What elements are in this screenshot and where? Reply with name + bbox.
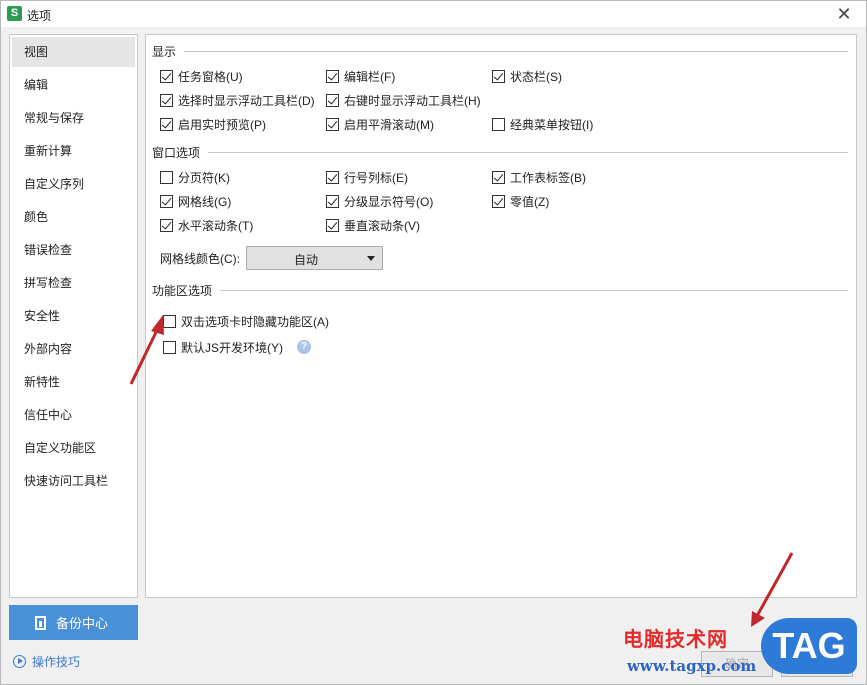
- dialog-title: 选项: [27, 9, 52, 23]
- smooth-scroll-label: 启用平滑滚动(M): [344, 117, 434, 132]
- right-click-floating-toolbar-label: 右键时显示浮动工具栏(H): [344, 93, 481, 108]
- gridlines-label: 网格线(G): [178, 194, 232, 209]
- sidebar-item-new-features[interactable]: 新特性: [12, 367, 135, 397]
- sidebar-item-custom-lists[interactable]: 自定义序列: [12, 169, 135, 199]
- gridline-color-dropdown[interactable]: 自动: [246, 246, 383, 270]
- view-options-panel: 显示 任务窗格(U) 编辑栏(F) 状态栏(S) 选择时显示浮动工具栏(D) 右…: [145, 34, 857, 598]
- outline-symbols-checkbox[interactable]: 分级显示符号(O): [326, 192, 433, 210]
- watermark-url: www.tagxp.com: [627, 657, 757, 675]
- row-column-headers-label: 行号列标(E): [344, 170, 408, 185]
- window-options-section-title: 窗口选项: [152, 145, 201, 160]
- task-pane-checkbox[interactable]: 任务窗格(U): [160, 67, 243, 85]
- vertical-scrollbar-label: 垂直滚动条(V): [344, 218, 420, 233]
- watermark-tag-logo: TAG: [761, 618, 857, 674]
- status-bar-label: 状态栏(S): [510, 69, 562, 84]
- title-bar: S 选项 ✕: [1, 1, 866, 27]
- row-column-headers-checkbox[interactable]: 行号列标(E): [326, 168, 408, 186]
- right-click-floating-toolbar-checkbox[interactable]: 右键时显示浮动工具栏(H): [326, 91, 481, 109]
- checkbox-box: [492, 194, 505, 208]
- section-divider: [220, 290, 848, 291]
- default-js-environment-checkbox[interactable]: 默认JS开发环境(Y) ?: [163, 338, 312, 356]
- sidebar-item-security[interactable]: 安全性: [12, 301, 135, 331]
- section-divider: [208, 152, 848, 153]
- formula-bar-label: 编辑栏(F): [344, 69, 396, 84]
- play-icon: [13, 655, 26, 668]
- selection-floating-toolbar-label: 选择时显示浮动工具栏(D): [178, 93, 315, 108]
- checkbox-box: [160, 170, 173, 184]
- window-options-section-header: 窗口选项: [152, 144, 848, 160]
- sidebar-item-edit[interactable]: 编辑: [12, 70, 135, 100]
- sidebar-item-external-content[interactable]: 外部内容: [12, 334, 135, 364]
- checkbox-box: [326, 218, 339, 232]
- classic-menu-button-label: 经典菜单按钮(I): [510, 117, 594, 132]
- gridlines-checkbox[interactable]: 网格线(G): [160, 192, 231, 210]
- operation-tips-link[interactable]: 操作技巧: [13, 653, 80, 670]
- operation-tips-label: 操作技巧: [32, 655, 81, 669]
- sidebar-item-general-save[interactable]: 常规与保存: [12, 103, 135, 133]
- horizontal-scrollbar-checkbox[interactable]: 水平滚动条(T): [160, 216, 253, 234]
- double-click-hide-ribbon-checkbox[interactable]: 双击选项卡时隐藏功能区(A): [163, 312, 329, 330]
- gridline-color-label: 网格线颜色(C):: [160, 252, 240, 266]
- sidebar-item-recalculate[interactable]: 重新计算: [12, 136, 135, 166]
- dropdown-arrow-icon: [367, 256, 375, 261]
- default-js-environment-label: 默认JS开发环境(Y): [181, 340, 284, 355]
- checkbox-box: [492, 69, 505, 83]
- sidebar-item-trust-center[interactable]: 信任中心: [12, 400, 135, 430]
- checkbox-box: [163, 314, 176, 328]
- backup-center-button[interactable]: 备份中心: [9, 605, 138, 640]
- watermark-site-name: 电脑技术网: [623, 627, 728, 651]
- close-button[interactable]: ✕: [832, 3, 856, 25]
- checkbox-box: [492, 170, 505, 184]
- live-preview-label: 启用实时预览(P): [178, 117, 266, 132]
- double-click-hide-ribbon-label: 双击选项卡时隐藏功能区(A): [181, 314, 329, 329]
- gridline-color-value: 自动: [293, 253, 318, 267]
- vertical-scrollbar-checkbox[interactable]: 垂直滚动条(V): [326, 216, 420, 234]
- options-sidebar: 视图 编辑 常规与保存 重新计算 自定义序列 颜色 错误检查 拼写检查 安全性 …: [9, 34, 138, 598]
- backup-icon: [35, 615, 46, 630]
- app-logo-icon: S: [7, 6, 22, 21]
- checkbox-box: [326, 117, 339, 131]
- checkbox-box: [160, 218, 173, 232]
- section-divider: [184, 51, 848, 52]
- checkbox-box: [163, 340, 176, 354]
- classic-menu-button-checkbox[interactable]: 经典菜单按钮(I): [492, 115, 593, 133]
- checkbox-box: [160, 117, 173, 131]
- sidebar-item-color[interactable]: 颜色: [12, 202, 135, 232]
- sidebar-item-customize-ribbon[interactable]: 自定义功能区: [12, 433, 135, 463]
- page-break-label: 分页符(K): [178, 170, 230, 185]
- display-section-title: 显示: [152, 44, 177, 59]
- sidebar-item-spell-check[interactable]: 拼写检查: [12, 268, 135, 298]
- outline-symbols-label: 分级显示符号(O): [344, 194, 434, 209]
- checkbox-box: [160, 194, 173, 208]
- sheet-tabs-label: 工作表标签(B): [510, 170, 586, 185]
- page-break-checkbox[interactable]: 分页符(K): [160, 168, 230, 186]
- zero-values-checkbox[interactable]: 零值(Z): [492, 192, 549, 210]
- checkbox-box: [326, 194, 339, 208]
- selection-floating-toolbar-checkbox[interactable]: 选择时显示浮动工具栏(D): [160, 91, 315, 109]
- ribbon-options-section-title: 功能区选项: [152, 283, 213, 298]
- help-icon[interactable]: ?: [297, 340, 312, 354]
- sidebar-item-view[interactable]: 视图: [12, 37, 135, 67]
- options-dialog: S 选项 ✕ 视图 编辑 常规与保存 重新计算 自定义序列 颜色 错误检查 拼写…: [0, 0, 867, 685]
- checkbox-box: [326, 170, 339, 184]
- zero-values-label: 零值(Z): [510, 194, 550, 209]
- sidebar-item-error-check[interactable]: 错误检查: [12, 235, 135, 265]
- ribbon-options-section-header: 功能区选项: [152, 282, 848, 298]
- sheet-tabs-checkbox[interactable]: 工作表标签(B): [492, 168, 586, 186]
- sidebar-item-quick-access-toolbar[interactable]: 快速访问工具栏: [12, 466, 135, 496]
- display-section-header: 显示: [152, 43, 848, 59]
- backup-center-label: 备份中心: [56, 616, 109, 631]
- status-bar-checkbox[interactable]: 状态栏(S): [492, 67, 562, 85]
- checkbox-box: [326, 93, 339, 107]
- task-pane-label: 任务窗格(U): [178, 69, 243, 84]
- live-preview-checkbox[interactable]: 启用实时预览(P): [160, 115, 266, 133]
- checkbox-box: [160, 69, 173, 83]
- smooth-scroll-checkbox[interactable]: 启用平滑滚动(M): [326, 115, 434, 133]
- checkbox-box: [160, 93, 173, 107]
- formula-bar-checkbox[interactable]: 编辑栏(F): [326, 67, 395, 85]
- horizontal-scrollbar-label: 水平滚动条(T): [178, 218, 254, 233]
- checkbox-box: [326, 69, 339, 83]
- checkbox-box: [492, 117, 505, 131]
